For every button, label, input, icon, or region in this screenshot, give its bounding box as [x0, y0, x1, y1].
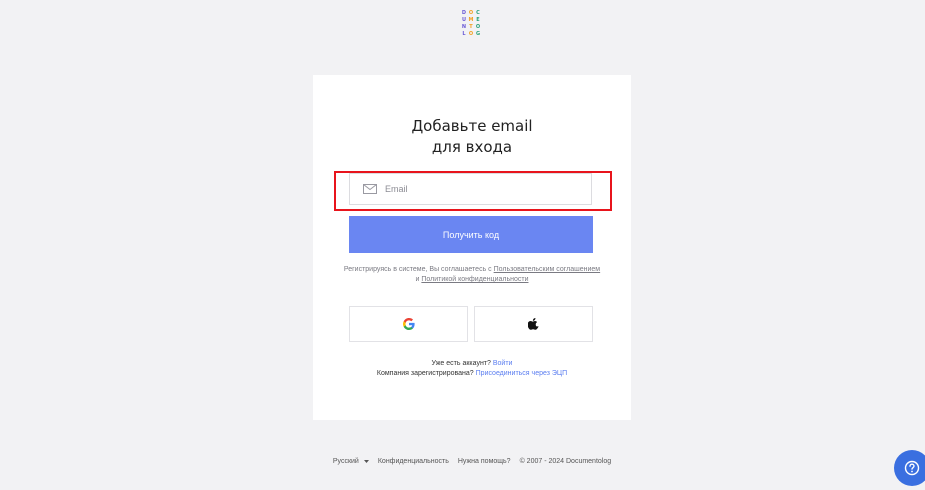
logo-letter: O	[468, 31, 474, 37]
logo-letter: N	[461, 24, 467, 30]
copyright: © 2007 - 2024 Documentolog	[519, 458, 612, 465]
get-code-button[interactable]: Получить код	[349, 216, 593, 253]
language-selector[interactable]: Русский	[333, 458, 369, 465]
email-input[interactable]	[383, 183, 587, 195]
logo-letter: O	[468, 10, 474, 16]
caret-down-icon	[363, 460, 369, 463]
company-row: Компания зарегистрирована? Присоединитьс…	[313, 369, 631, 379]
apple-login-button[interactable]	[474, 306, 593, 342]
login-link[interactable]: Войти	[493, 360, 513, 367]
documentolog-logo[interactable]: D O C U M E N T O L O G	[461, 10, 483, 37]
user-agreement-link[interactable]: Пользовательским соглашением	[494, 266, 601, 273]
email-field[interactable]	[349, 173, 592, 205]
page-title: Добавьте email для входа	[313, 116, 631, 158]
privacy-policy-link[interactable]: Политикой конфиденциальности	[421, 276, 528, 283]
footer: Русский Конфиденциальность Нужна помощь?…	[313, 458, 631, 465]
terms-notice: Регистрируясь в системе, Вы соглашаетесь…	[343, 265, 601, 285]
envelope-icon	[363, 184, 377, 194]
logo-letter: E	[476, 17, 480, 23]
company-registered-text: Компания зарегистрирована?	[376, 370, 474, 377]
title-line-2: для входа	[431, 138, 513, 156]
logo-letter: D	[461, 10, 467, 16]
google-icon	[402, 318, 415, 330]
have-account-text: Уже есть аккаунт?	[431, 360, 491, 367]
privacy-link[interactable]: Конфиденциальность	[378, 458, 449, 465]
question-icon	[904, 460, 920, 476]
login-card: Добавьте email для входа Получить код Ре…	[313, 75, 631, 420]
logo-letter: G	[475, 31, 481, 37]
logo-letter: T	[469, 24, 473, 30]
apple-icon	[528, 318, 539, 330]
google-login-button[interactable]	[349, 306, 468, 342]
help-button[interactable]	[894, 450, 925, 486]
logo-letter: C	[476, 10, 480, 16]
logo-letter: U	[461, 17, 467, 23]
terms-prefix: Регистрируясь в системе, Вы соглашаетесь…	[343, 266, 494, 273]
logo-letter: L	[462, 31, 466, 37]
language-label: Русский	[332, 458, 359, 465]
title-line-1: Добавьте email	[411, 117, 533, 135]
logo-letter: O	[475, 24, 481, 30]
logo-letter: M	[468, 17, 474, 23]
bottom-links: Уже есть аккаунт? Войти Компания зарегис…	[313, 359, 631, 379]
join-via-eds-link[interactable]: Присоединиться через ЭЦП	[476, 370, 567, 377]
help-link[interactable]: Нужна помощь?	[458, 458, 511, 465]
login-row: Уже есть аккаунт? Войти	[313, 359, 631, 369]
